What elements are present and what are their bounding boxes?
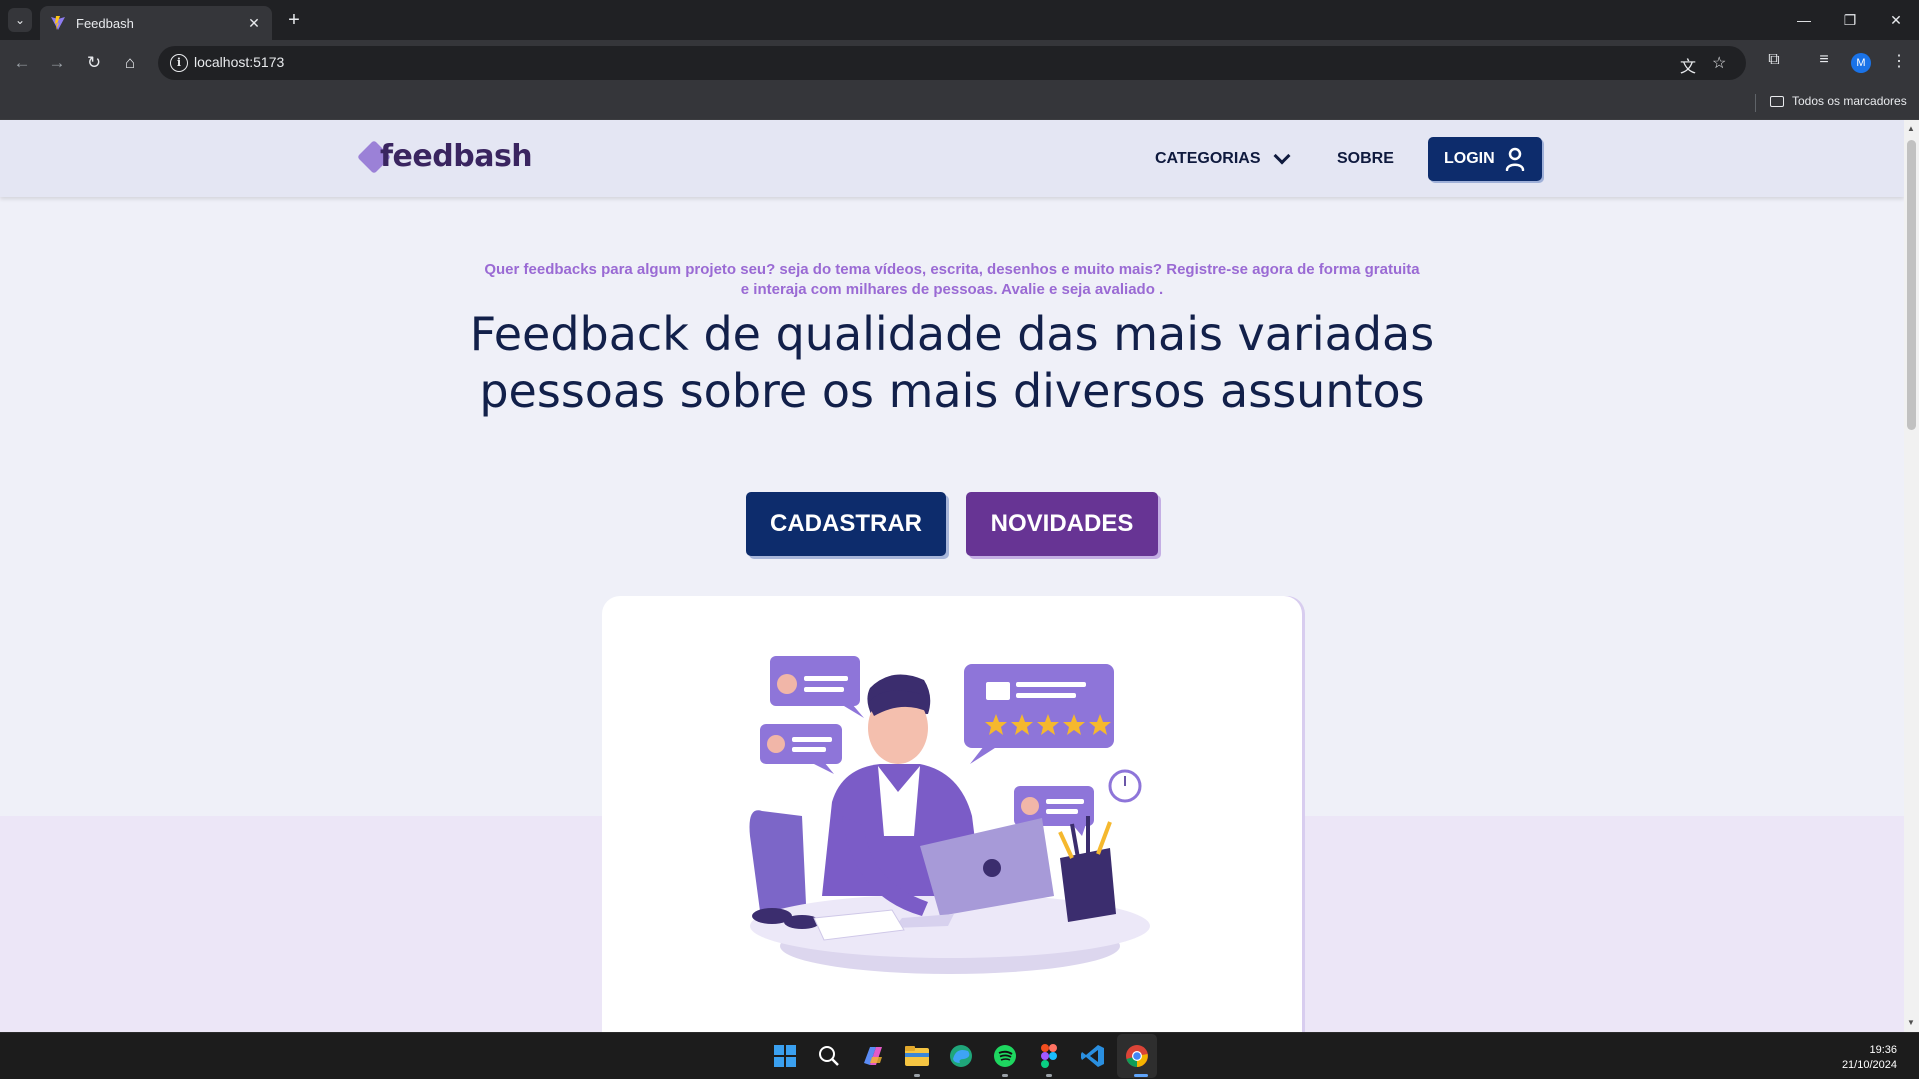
all-bookmarks-label: Todos os marcadores [1792,94,1907,108]
copilot-icon[interactable] [858,1041,888,1071]
nav-about[interactable]: SOBRE [1337,144,1394,174]
nav-categories[interactable]: CATEGORIAS [1155,144,1291,174]
site-info-icon[interactable]: i [170,54,188,72]
hero-subtitle: Quer feedbacks para algum projeto seu? s… [484,261,1420,298]
bookmarks-divider [1755,94,1756,112]
site-header: feedbash CATEGORIAS SOBRE LOGIN [0,120,1904,197]
register-button[interactable]: CADASTRAR [746,492,946,556]
folder-icon [1770,95,1784,107]
browser-tab[interactable]: Feedbash ✕ [40,6,272,40]
start-icon[interactable] [770,1041,800,1071]
nav-about-label: SOBRE [1337,150,1394,167]
profile-avatar[interactable]: M [1851,53,1871,73]
restore-button[interactable]: ❐ [1827,0,1873,40]
file-explorer-icon[interactable] [902,1041,932,1071]
minimize-button[interactable]: — [1781,0,1827,40]
media-controls-icon[interactable]: ≡ [1812,51,1836,69]
chevron-down-icon [1273,147,1291,165]
new-tab-button[interactable]: + [282,8,306,32]
tab-search-button[interactable]: ⌄ [8,8,32,32]
scroll-up-icon[interactable]: ▲ [1907,124,1915,133]
site-logo[interactable]: feedbash [357,139,533,174]
scroll-thumb[interactable] [1907,140,1916,430]
browser-toolbar: ← → ↻ ⌂ i localhost:5173 ⽂ ☆ ⧉ ≡ M ⋮ [0,40,1919,86]
clock-date: 21/10/2024 [1841,1059,1897,1071]
running-indicator [1002,1074,1008,1077]
person-reviewing-illustration [749,656,1150,974]
browser-menu-icon[interactable]: ⋮ [1887,51,1911,71]
back-button[interactable]: ← [10,51,34,75]
bookmark-star-icon[interactable]: ☆ [1712,53,1726,73]
running-indicator [914,1074,920,1077]
spotify-icon[interactable] [990,1041,1020,1071]
active-indicator [1134,1074,1148,1077]
running-indicator [1046,1074,1052,1077]
forward-button[interactable]: → [45,51,69,75]
translate-icon[interactable]: ⽂ [1680,53,1696,77]
hero-illustration-card [602,596,1302,1032]
hero-headline: Feedback de qualidade das mais variadas … [469,307,1435,418]
browser-tab-bar: ⌄ Feedbash ✕ + — ❐ ✕ [0,0,1919,40]
window-controls: — ❐ ✕ [1781,0,1919,40]
url-text[interactable]: localhost:5173 [194,54,284,70]
reload-button[interactable]: ↻ [82,51,106,75]
tab-title: Feedbash [76,15,134,31]
home-button[interactable]: ⌂ [118,51,142,75]
close-tab-icon[interactable]: ✕ [246,15,262,32]
edge-icon[interactable] [946,1041,976,1071]
clock-time: 19:36 [1869,1044,1897,1056]
chrome-icon[interactable] [1122,1041,1152,1071]
system-clock[interactable]: 19:36 21/10/2024 [1842,1043,1897,1073]
page-viewport: feedbash CATEGORIAS SOBRE LOGIN Quer fee… [0,120,1904,1032]
vscode-icon[interactable] [1078,1041,1108,1071]
login-label: LOGIN [1444,150,1495,167]
figma-icon[interactable] [1034,1041,1064,1071]
close-window-button[interactable]: ✕ [1873,0,1919,40]
nav-categories-label: CATEGORIAS [1155,150,1261,167]
windows-taskbar: 19:36 21/10/2024 [0,1032,1919,1079]
scroll-down-icon[interactable]: ▼ [1907,1018,1915,1027]
search-icon[interactable] [814,1041,844,1071]
all-bookmarks-button[interactable]: Todos os marcadores [1770,94,1907,108]
address-bar[interactable]: i localhost:5173 ⽂ ☆ [158,46,1746,80]
extensions-icon[interactable]: ⧉ [1762,51,1786,69]
logo-text: feedbash [380,139,533,174]
page-scrollbar[interactable]: ▲ ▼ [1904,120,1919,1032]
vite-favicon-icon [51,16,65,30]
user-icon [1505,147,1524,171]
news-button[interactable]: NOVIDADES [966,492,1158,556]
bookmarks-bar: Todos os marcadores [0,86,1919,120]
login-button[interactable]: LOGIN [1428,137,1542,181]
